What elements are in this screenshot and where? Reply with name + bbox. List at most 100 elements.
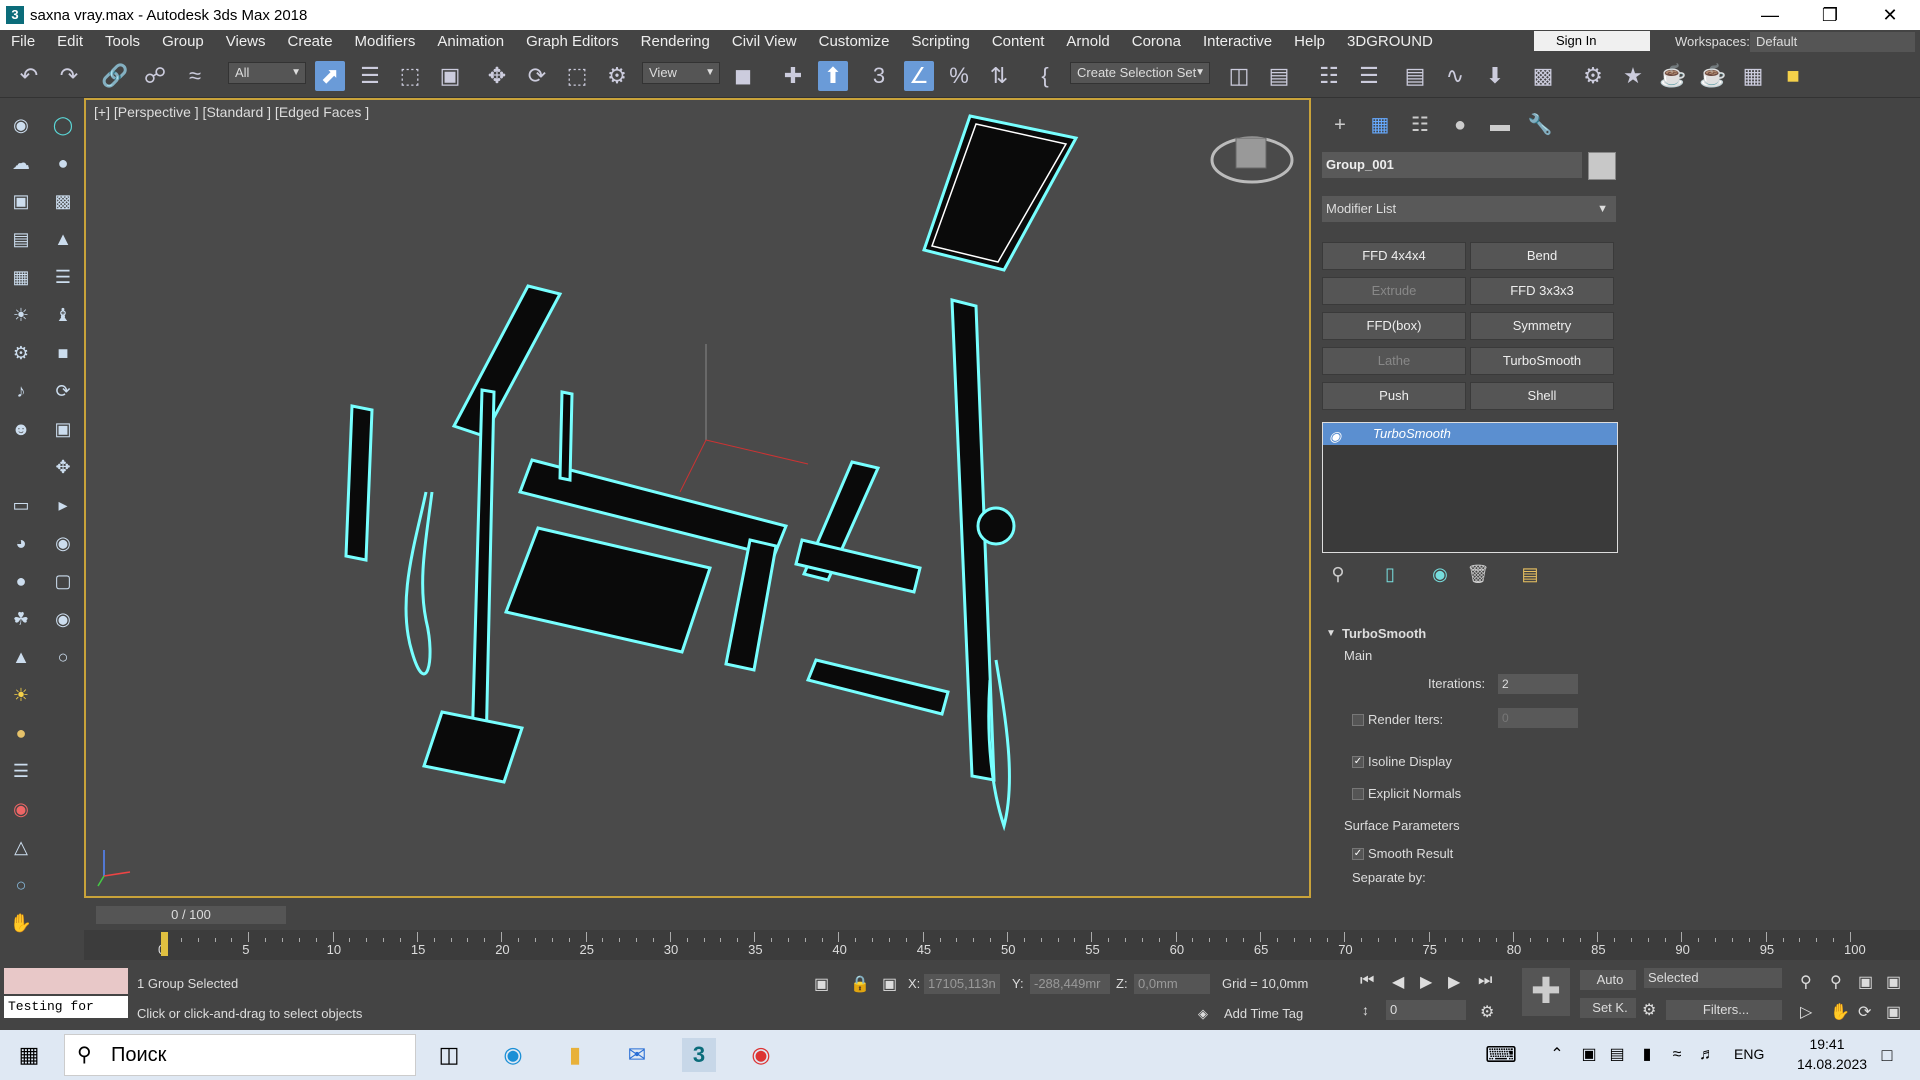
current-frame-field[interactable]: 0 [1386,1000,1466,1020]
sun-icon[interactable]: ☀ [8,682,34,708]
globe-icon[interactable]: ○ [8,872,34,898]
notifications-icon[interactable]: □ [1870,1038,1904,1072]
modifier-list-dropdown[interactable]: Modifier List ▼ [1322,196,1616,222]
camera2-icon[interactable]: ◉ [50,530,76,556]
previous-frame-icon[interactable]: ◀ [1392,972,1404,992]
object-name-field[interactable]: Group_001 [1322,152,1582,178]
extrude-button[interactable]: Extrude [1322,277,1466,305]
hemisphere-icon[interactable]: ◕ [8,530,34,556]
play-icon[interactable]: ▶ [1420,972,1432,992]
explicit-normals-checkbox[interactable] [1352,788,1364,800]
z-coordinate-field[interactable]: 0,0mm [1134,974,1210,994]
move-icon[interactable]: ✥ [482,61,512,91]
show-end-result-icon[interactable]: ▯ [1378,562,1402,586]
pan-icon[interactable]: ✋ [1830,1002,1850,1022]
document-icon[interactable]: ▤ [8,226,34,252]
motion-tab-icon[interactable]: ● [1447,112,1473,138]
bind-spacewarp-icon[interactable]: ≈ [180,61,210,91]
clock-time[interactable]: 19:41 [1792,1036,1862,1052]
maxscript-input[interactable]: Testing for [4,996,128,1018]
link-icon[interactable]: 🔗 [100,61,130,91]
menu-group[interactable]: Group [151,30,215,54]
bend-button[interactable]: Bend [1470,242,1614,270]
set-key-button[interactable]: Set K. [1580,998,1636,1018]
task-view-icon[interactable]: ◫ [432,1038,466,1072]
next-frame-icon[interactable]: ▶ [1448,972,1460,992]
ffdbox-button[interactable]: FFD(box) [1322,312,1466,340]
zoom-icon[interactable]: ⚲ [1800,972,1812,992]
lathe-button[interactable]: Lathe [1322,347,1466,375]
hand-icon[interactable]: ✋ [8,910,34,936]
keyboard-icon[interactable]: ⌨ [1484,1038,1518,1072]
selection-lock-icon[interactable]: 🔒 [850,974,870,994]
spinner-snap-icon[interactable]: ⇅ [984,61,1014,91]
clock-date[interactable]: 14.08.2023 [1792,1056,1872,1072]
render-production-icon[interactable]: ☕ [1658,61,1688,91]
scale-icon[interactable]: ⬚ [562,61,592,91]
select-object-icon[interactable]: ⬈ [315,61,345,91]
menu-views[interactable]: Views [215,30,277,54]
turbosmooth-button[interactable]: TurboSmooth [1470,347,1614,375]
modify-tab-icon[interactable]: ▦ [1367,112,1393,138]
minimize-button[interactable]: — [1740,0,1800,30]
hierarchy-tab-icon[interactable]: ☷ [1407,112,1433,138]
modeling-icon[interactable]: ◉ [8,112,34,138]
render-iters-checkbox[interactable] [1352,714,1364,726]
key-mode-icon[interactable]: ↕ [1362,1002,1369,1018]
rendered-frame-window-icon[interactable]: ★ [1618,61,1648,91]
render-in-cloud-icon[interactable]: ▦ [1738,61,1768,91]
frame-icon[interactable]: ▢ [50,568,76,594]
isolate-icon[interactable]: ▣ [814,974,829,994]
current-frame-marker[interactable] [161,932,168,956]
light-bulb-icon[interactable]: ☀ [8,302,34,328]
timeline-ruler[interactable]: 0510152025303540455055606570758085909510… [84,930,1920,960]
menu-corona[interactable]: Corona [1121,30,1192,54]
pyramid-icon[interactable]: △ [8,834,34,860]
object-color-swatch[interactable] [1588,152,1616,180]
rollout-title[interactable]: TurboSmooth [1342,626,1426,641]
ribbon-icon[interactable]: ▤ [1400,61,1430,91]
edit-named-selection-icon[interactable]: { [1030,61,1060,91]
show-hidden-icons[interactable]: ⌃ [1540,1038,1574,1072]
menu-scripting[interactable]: Scripting [900,30,980,54]
menu-interactive[interactable]: Interactive [1192,30,1283,54]
image-icon[interactable]: ▣ [8,188,34,214]
undo-icon[interactable]: ↶ [14,61,44,91]
plant-icon[interactable]: ☘ [8,606,34,632]
sound-icon[interactable]: ♪ [8,378,34,404]
align-icon[interactable]: ▤ [1264,61,1294,91]
cone-icon[interactable]: ▲ [8,644,34,670]
orbit-icon[interactable]: ⟳ [1858,1002,1871,1022]
windows-start-icon[interactable]: ▦ [12,1038,46,1072]
edge-icon[interactable]: ◉ [496,1038,530,1072]
move-obj-icon[interactable]: ✥ [50,454,76,480]
language-indicator[interactable]: ENG [1734,1046,1764,1062]
workspaces-dropdown[interactable]: Default [1750,32,1915,52]
keyboard-shortcut-override-icon[interactable]: ⬆ [818,61,848,91]
mirror-icon[interactable]: ◫ [1224,61,1254,91]
menu-arnold[interactable]: Arnold [1055,30,1120,54]
absolute-mode-icon[interactable]: ▣ [882,974,897,994]
utilities-tab-icon[interactable]: 🔧 [1527,112,1553,138]
pivot-center-icon[interactable]: ◼ [728,61,758,91]
menu-file[interactable]: File [0,30,46,54]
menu-animation[interactable]: Animation [426,30,515,54]
lighting-icon[interactable]: ◯ [50,112,76,138]
make-unique-icon[interactable]: ◉ [1428,562,1452,586]
sign-in-dropdown[interactable]: Sign In [1534,31,1650,51]
redo-icon[interactable]: ↷ [54,61,84,91]
sphere-gold-icon[interactable]: ● [8,720,34,746]
smooth-result-checkbox[interactable]: ✓ [1352,848,1364,860]
angle-snap-icon[interactable]: ∠ [904,61,934,91]
capsule-icon[interactable]: ◉ [8,796,34,822]
configure-modifier-sets-icon[interactable]: ▤ [1518,562,1542,586]
taskbar-search-box[interactable]: ⚲ Поиск [64,1034,416,1076]
shell-button[interactable]: Shell [1470,382,1614,410]
grid-icon[interactable]: ▦ [8,264,34,290]
menu-edit[interactable]: Edit [46,30,94,54]
refresh-icon[interactable]: ⟳ [50,378,76,404]
render-iterative-icon[interactable]: ☕ [1698,61,1728,91]
mail-icon[interactable]: ✉ [620,1038,654,1072]
menu-content[interactable]: Content [981,30,1056,54]
file-explorer-icon[interactable]: ▮ [558,1038,592,1072]
